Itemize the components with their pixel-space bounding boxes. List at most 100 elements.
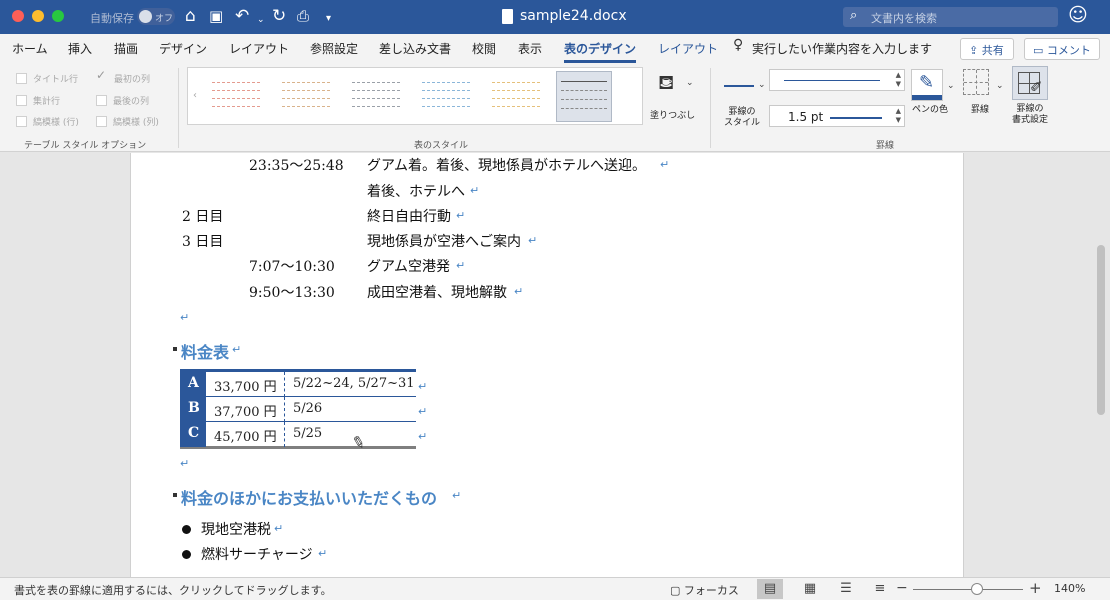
vertical-scrollbar[interactable] xyxy=(1097,245,1105,415)
borders-button[interactable] xyxy=(963,69,991,99)
feedback-smile-icon[interactable]: ☺ xyxy=(1068,4,1088,26)
table-row[interactable]: B 37,700 円 5/26 xyxy=(180,397,416,422)
table-style-thumb-selected[interactable] xyxy=(556,71,612,122)
heading-marker xyxy=(173,493,177,497)
tab-home[interactable]: ホーム xyxy=(12,40,48,57)
comments-button[interactable]: ▭ コメント xyxy=(1024,38,1100,60)
focus-mode-button[interactable]: ▢ フォーカス xyxy=(670,582,739,598)
tab-review[interactable]: 校閲 xyxy=(472,40,496,57)
checkbox[interactable] xyxy=(96,95,107,106)
redo-icon[interactable]: ↻ xyxy=(272,6,286,26)
tab-insert[interactable]: 挿入 xyxy=(68,40,92,57)
schedule-time: 7:07～10:30 xyxy=(249,259,335,275)
minimize-window-button[interactable] xyxy=(32,10,44,22)
border-painter-button[interactable]: ✐ xyxy=(1012,66,1048,100)
tab-layout[interactable]: レイアウト xyxy=(229,40,289,57)
customize-toolbar-icon[interactable]: ▾ xyxy=(326,9,331,29)
checkbox[interactable] xyxy=(16,95,27,106)
list-item: 燃料サーチャージ xyxy=(201,547,313,563)
paragraph-mark: ↵ xyxy=(514,285,524,298)
tab-table-layout[interactable]: レイアウト xyxy=(658,40,718,57)
pen-icon: ✎ xyxy=(919,72,935,93)
chevron-down-icon[interactable]: ⌄ xyxy=(947,81,955,91)
schedule-day: 3 日目 xyxy=(182,234,224,250)
price-cell[interactable]: 33,700 円 xyxy=(206,372,285,397)
style-options-group-label: テーブル スタイル オプション xyxy=(24,141,147,151)
save-icon[interactable]: ▣ xyxy=(209,6,223,26)
table-style-thumb[interactable] xyxy=(348,76,404,116)
bullet xyxy=(182,550,191,559)
outline-view-button[interactable]: ☰ xyxy=(833,579,859,599)
zoom-slider-track[interactable] xyxy=(913,589,1023,590)
spin-arrows-icon[interactable]: ▲ ▼ xyxy=(896,71,901,89)
table-row[interactable]: A 33,700 円 5/22~24, 5/27~31 xyxy=(180,372,416,397)
close-window-button[interactable] xyxy=(12,10,24,22)
table-style-thumb[interactable] xyxy=(418,76,474,116)
zoom-slider-handle[interactable] xyxy=(971,583,983,595)
checkbox[interactable] xyxy=(16,73,27,84)
tab-mailings[interactable]: 差し込み文書 xyxy=(379,40,451,57)
option-header-row[interactable]: タイトル行 xyxy=(16,72,78,85)
share-button[interactable]: ⇪ 共有 xyxy=(960,38,1014,60)
draft-view-button[interactable]: ≡ xyxy=(867,579,893,599)
maximize-window-button[interactable] xyxy=(52,10,64,22)
toggle-knob xyxy=(139,10,152,23)
line-weight-select[interactable]: 1.5 pt ▲ ▼ xyxy=(769,105,905,127)
schedule-day: 2 日目 xyxy=(182,209,224,225)
pen-color-swatch xyxy=(912,95,942,100)
document-page[interactable] xyxy=(130,153,964,577)
comment-label: コメント xyxy=(1046,44,1091,57)
paragraph-mark: ↵ xyxy=(318,547,328,560)
tab-references[interactable]: 参照設定 xyxy=(310,40,358,57)
paragraph-mark: ↵ xyxy=(232,343,242,356)
undo-dropdown-icon[interactable]: ⌄ xyxy=(257,10,265,30)
paragraph-mark: ↵ xyxy=(456,259,466,272)
zoom-in-button[interactable]: + xyxy=(1029,579,1042,597)
spin-arrows-icon[interactable]: ▲ ▼ xyxy=(896,107,901,125)
table-styles-gallery[interactable]: ‹ xyxy=(187,67,643,125)
table-row[interactable]: C 45,700 円 5/25 xyxy=(180,422,416,447)
gallery-prev-icon[interactable]: ‹ xyxy=(193,90,197,101)
checkbox[interactable] xyxy=(16,116,27,127)
option-banded-rows[interactable]: 縞模様 (行) xyxy=(16,115,79,128)
tab-design[interactable]: デザイン xyxy=(159,40,207,57)
price-cell[interactable]: 37,700 円 xyxy=(206,397,285,422)
table-style-thumb[interactable] xyxy=(488,76,544,116)
paragraph-mark: ↵ xyxy=(528,234,538,247)
line-style-select[interactable]: ▲ ▼ xyxy=(769,69,905,91)
checkbox[interactable] xyxy=(96,116,107,127)
shading-label: 塗りつぶし xyxy=(650,111,696,121)
paragraph-mark: ↵ xyxy=(470,184,480,197)
row-label: B xyxy=(180,397,206,422)
schedule-text: グアム着。着後、現地係員がホテルへ送迎。 xyxy=(367,158,647,174)
search-box[interactable]: ⌕ 文書内を検索 xyxy=(843,7,1058,27)
tab-draw[interactable]: 描画 xyxy=(114,40,138,57)
tab-view[interactable]: 表示 xyxy=(518,40,542,57)
print-icon[interactable]: ⎙ xyxy=(297,6,309,26)
pen-color-button[interactable]: ✎ xyxy=(911,69,943,101)
dates-cell[interactable]: 5/22~24, 5/27~31 xyxy=(285,372,416,397)
paragraph-mark: ↵ xyxy=(180,457,190,470)
dates-cell[interactable]: 5/26 xyxy=(285,397,416,422)
table-style-thumb[interactable] xyxy=(278,76,334,116)
tell-me-input[interactable]: 実行したい作業内容を入力します xyxy=(752,40,932,57)
autosave-toggle[interactable]: オフ xyxy=(137,8,175,25)
border-styles-button[interactable]: ⌄ 罫線の スタイル xyxy=(722,68,766,128)
option-last-column[interactable]: 最後の列 xyxy=(96,94,149,107)
tab-table-design[interactable]: 表のデザイン xyxy=(564,40,637,63)
table-style-thumb[interactable] xyxy=(208,76,264,116)
chevron-down-icon[interactable]: ⌄ xyxy=(996,81,1004,91)
shading-button[interactable]: ⛾ ⌄ 塗りつぶし xyxy=(650,68,700,128)
status-bar: 書式を表の罫線に適用するには、クリックしてドラッグします。 ▢ フォーカス ▤ … xyxy=(0,577,1110,600)
price-table[interactable]: A 33,700 円 5/22~24, 5/27~31 B 37,700 円 5… xyxy=(180,369,416,449)
price-cell[interactable]: 45,700 円 xyxy=(206,422,285,447)
zoom-out-button[interactable]: − xyxy=(896,580,908,596)
home-icon[interactable]: ⌂ xyxy=(185,6,196,26)
option-first-column[interactable]: ✓ 最初の列 xyxy=(96,68,150,85)
print-layout-view-button[interactable]: ▤ xyxy=(757,579,783,599)
option-total-row[interactable]: 集計行 xyxy=(16,94,60,107)
option-banded-columns[interactable]: 縞模様 (列) xyxy=(96,115,159,128)
undo-icon[interactable]: ↶ xyxy=(235,6,249,26)
zoom-level[interactable]: 140% xyxy=(1054,582,1085,595)
web-layout-view-button[interactable]: ▦ xyxy=(797,579,823,599)
